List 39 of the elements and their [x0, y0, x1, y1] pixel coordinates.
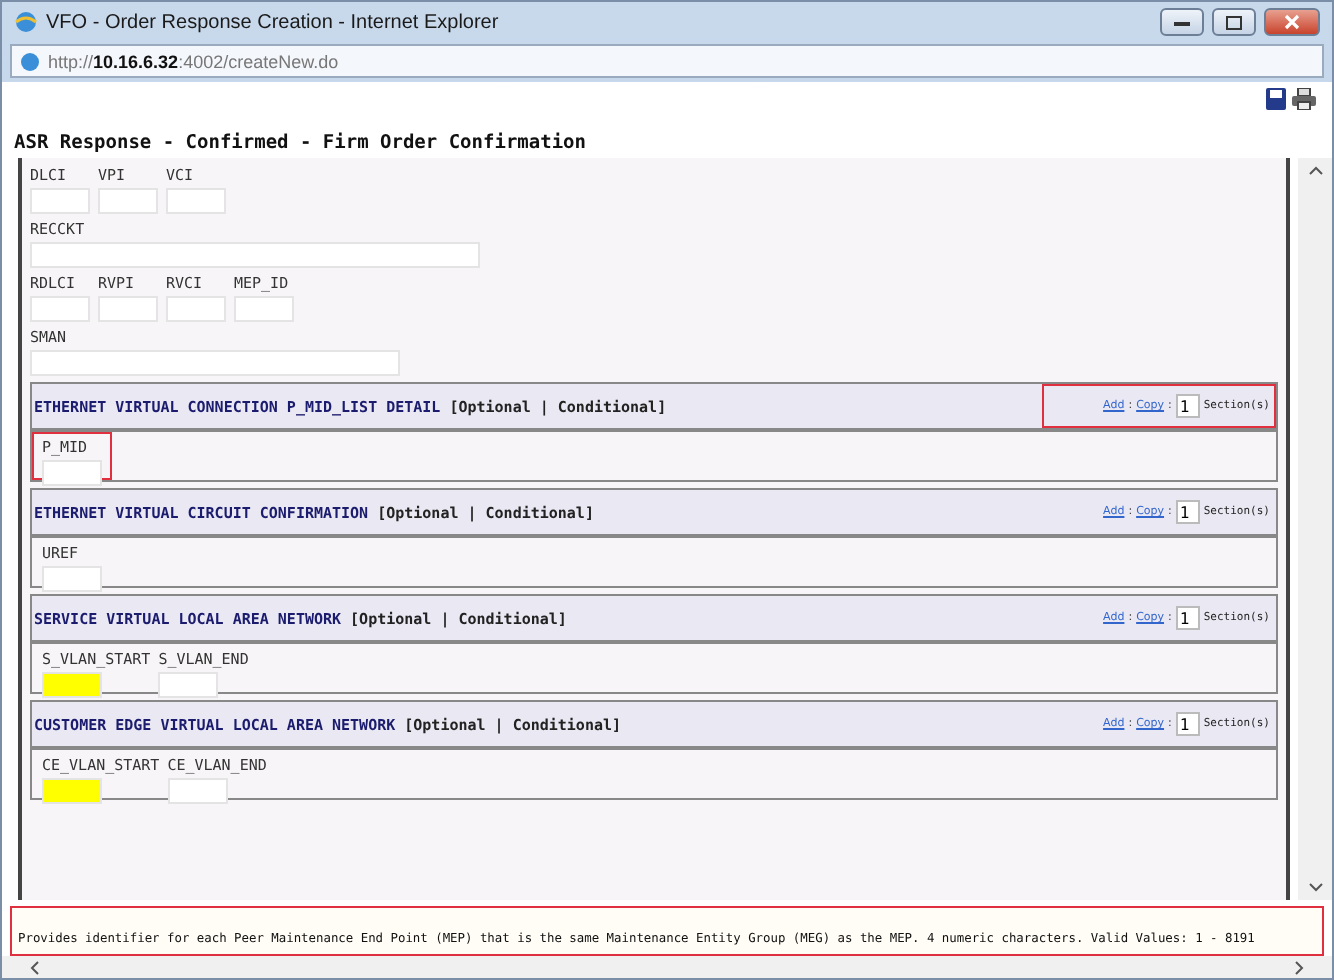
scroll-down-icon[interactable] [1307, 882, 1323, 892]
text-field[interactable] [167, 778, 228, 804]
text-field[interactable] [98, 296, 158, 322]
maximize-icon [1226, 15, 1242, 29]
horizontal-scrollbar[interactable] [2, 956, 1332, 978]
text-field[interactable] [98, 188, 158, 214]
vertical-scrollbar[interactable] [1298, 158, 1332, 900]
print-icon[interactable] [1292, 88, 1316, 110]
text-field[interactable] [166, 188, 226, 214]
text-field[interactable] [42, 460, 102, 486]
section-count-field[interactable]: 1 [1175, 606, 1200, 630]
scroll-right-icon[interactable] [1294, 959, 1304, 975]
close-button[interactable] [1264, 8, 1320, 36]
text-field[interactable] [30, 242, 480, 268]
minimize-button[interactable] [1160, 8, 1204, 36]
text-field[interactable] [42, 778, 102, 804]
text-field[interactable] [30, 350, 400, 376]
minimize-icon [1174, 18, 1190, 26]
text-field[interactable] [158, 672, 219, 698]
window-title: VFO - Order Response Creation - Internet Explorer [46, 11, 501, 33]
url-text: http://10.16.6.32:4002/createNew.do [48, 51, 339, 71]
section-count-field[interactable]: 1 [1175, 394, 1200, 418]
section-count-field[interactable]: 1 [1175, 712, 1200, 736]
address-bar[interactable]: http://10.16.6.32:4002/createNew.do [10, 44, 1324, 78]
text-field[interactable] [42, 672, 102, 698]
scroll-up-icon[interactable] [1307, 166, 1323, 176]
section-count-field[interactable]: 1 [1175, 500, 1200, 524]
text-field[interactable] [42, 566, 102, 592]
page-heading: ASR Response - Confirmed - Firm Order Confirmation [12, 130, 588, 158]
scroll-left-icon[interactable] [30, 959, 40, 975]
page-icon [20, 51, 40, 71]
save-icon[interactable] [1266, 88, 1286, 110]
text-field[interactable] [234, 296, 294, 322]
text-field[interactable] [30, 296, 90, 322]
close-icon [1284, 14, 1300, 30]
browser-logo-icon [14, 10, 38, 34]
maximize-button[interactable] [1212, 8, 1256, 36]
text-field[interactable] [166, 296, 226, 322]
text-field[interactable] [30, 188, 90, 214]
